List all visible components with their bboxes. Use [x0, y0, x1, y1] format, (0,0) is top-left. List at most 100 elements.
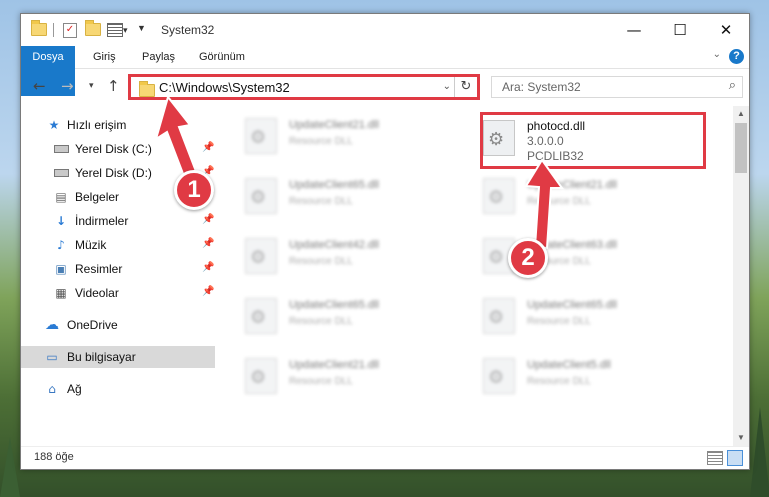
dll-file-icon	[483, 358, 515, 394]
nav-item-onedrive[interactable]: ☁ OneDrive	[21, 314, 215, 336]
nav-item-pictures[interactable]: ▣ Resimler 📌	[21, 258, 215, 280]
forward-arrow-icon[interactable]: →	[61, 77, 74, 95]
file-name: UpdateClient65.dll	[289, 179, 379, 191]
downloads-icon: ↓	[55, 214, 67, 228]
file-name: UpdateClient21.dll	[289, 119, 379, 131]
nav-item-quick-access[interactable]: ★ Hızlı erişim	[21, 114, 215, 136]
nav-item-label: Bu bilgisayar	[67, 350, 136, 364]
tab-home[interactable]: Giriş	[93, 46, 116, 68]
star-icon: ★	[48, 118, 60, 132]
nav-item-label: Yerel Disk (C:)	[75, 142, 152, 156]
large-icons-view-icon[interactable]	[727, 450, 743, 466]
step-badge-2: 2	[508, 238, 548, 278]
explorer-window: ✓ ▾ ▼ System32 — ☐ ✕ Dosya Giriş Paylaş …	[20, 13, 750, 470]
file-description: Resource DLL	[527, 376, 591, 387]
item-count: 188 öğe	[34, 451, 74, 463]
navigation-pane: ★ Hızlı erişim Yerel Disk (C:) 📌 Yerel D…	[21, 106, 215, 446]
search-box[interactable]: Ara: System32 ⌕	[491, 76, 743, 98]
file-name: UpdateClient5.dll	[527, 359, 611, 371]
dll-file-icon	[245, 118, 277, 154]
file-name: UpdateClient65.dll	[289, 299, 379, 311]
nav-item-network[interactable]: ⌂ Ağ	[21, 378, 215, 400]
toolbar-separator	[53, 23, 54, 37]
up-arrow-icon[interactable]: ↑	[107, 77, 120, 95]
file-description: Resource DLL	[527, 316, 591, 327]
details-view-icon[interactable]	[707, 451, 723, 465]
properties-check-icon[interactable]: ✓	[63, 23, 77, 38]
nav-item-downloads[interactable]: ↓ İndirmeler 📌	[21, 210, 215, 232]
chevron-down-icon[interactable]: ⌄	[713, 49, 721, 60]
list-item[interactable]: UpdateClient21.dll Resource DLL	[219, 350, 449, 400]
list-item[interactable]: UpdateClient65.dll Resource DLL	[219, 290, 449, 340]
nav-item-label: Müzik	[75, 238, 107, 252]
maximize-button[interactable]: ☐	[657, 14, 703, 46]
nav-item-label: İndirmeler	[75, 214, 129, 228]
computer-icon: ▭	[46, 350, 58, 364]
nav-item-label: Belgeler	[75, 190, 120, 204]
pictures-icon: ▣	[55, 262, 67, 276]
pin-icon[interactable]: 📌	[202, 262, 214, 273]
help-icon[interactable]: ?	[729, 49, 744, 64]
file-name: UpdateClient21.dll	[289, 359, 379, 371]
nav-item-this-pc[interactable]: ▭ Bu bilgisayar	[21, 346, 215, 368]
pin-icon[interactable]: 📌	[202, 286, 214, 297]
documents-icon: ▤	[55, 190, 67, 204]
list-item[interactable]: UpdateClient5.dll Resource DLL	[457, 350, 687, 400]
search-icon[interactable]: ⌕	[729, 78, 736, 93]
list-item[interactable]: UpdateClient63.dll Resource DLL	[457, 230, 687, 280]
scroll-down-icon[interactable]: ▼	[733, 430, 749, 446]
file-description: Resource DLL	[289, 196, 353, 207]
dll-file-icon	[483, 178, 515, 214]
pin-icon[interactable]: 📌	[202, 142, 214, 153]
window-title: System32	[161, 23, 215, 37]
address-path[interactable]: C:\Windows\System32	[159, 80, 290, 95]
file-name: UpdateClient42.dll	[289, 239, 379, 251]
chevron-down-icon[interactable]: ⌄	[443, 81, 451, 92]
back-arrow-icon[interactable]: ←	[33, 77, 46, 95]
cloud-icon: ☁	[45, 317, 59, 333]
dll-file-icon	[483, 298, 515, 334]
list-item[interactable]: UpdateClient21.dll Resource DLL	[219, 110, 449, 160]
recent-locations-icon[interactable]: ▾	[89, 81, 94, 91]
address-bar[interactable]: C:\Windows\System32 ⌄ ↻	[128, 74, 480, 100]
videos-icon: ▦	[55, 286, 67, 300]
view-options-icon[interactable]: ▾	[107, 23, 128, 37]
file-description: Resource DLL	[527, 196, 591, 207]
status-bar: 188 öğe	[21, 446, 749, 469]
file-description: Resource DLL	[289, 256, 353, 267]
nav-item-local-disk-c[interactable]: Yerel Disk (C:) 📌	[21, 138, 215, 160]
pin-icon[interactable]: 📌	[202, 214, 214, 225]
list-item[interactable]: UpdateClient65.dll Resource DLL	[219, 170, 449, 220]
customize-toolbar-icon[interactable]: ▼	[137, 23, 146, 33]
vertical-scrollbar[interactable]: ▲ ▼	[733, 106, 749, 446]
file-description: Resource DLL	[289, 376, 353, 387]
close-button[interactable]: ✕	[703, 14, 749, 46]
folder-icon	[31, 20, 47, 36]
minimize-button[interactable]: —	[611, 14, 657, 46]
new-folder-icon[interactable]	[85, 20, 101, 36]
nav-item-music[interactable]: ♪ Müzik 📌	[21, 234, 215, 256]
network-icon: ⌂	[48, 382, 56, 396]
step-badge-1: 1	[174, 170, 214, 210]
title-bar: ✓ ▾ ▼ System32 — ☐ ✕	[21, 14, 749, 46]
list-item[interactable]: UpdateClient65.dll Resource DLL	[457, 290, 687, 340]
nav-item-label: Yerel Disk (D:)	[75, 166, 152, 180]
refresh-icon[interactable]: ↻	[454, 77, 477, 97]
list-item[interactable]: UpdateClient21.dll Resource DLL	[457, 170, 687, 220]
pin-icon[interactable]: 📌	[202, 238, 214, 249]
list-item[interactable]: UpdateClient42.dll Resource DLL	[219, 230, 449, 280]
scroll-thumb[interactable]	[735, 123, 747, 173]
file-name: UpdateClient65.dll	[527, 299, 617, 311]
tab-view[interactable]: Görünüm	[199, 46, 245, 68]
tab-share[interactable]: Paylaş	[142, 46, 175, 68]
scroll-up-icon[interactable]: ▲	[733, 106, 749, 122]
background-tree	[750, 407, 769, 497]
nav-item-videos[interactable]: ▦ Videolar 📌	[21, 282, 215, 304]
drive-icon	[54, 166, 69, 180]
music-icon: ♪	[57, 238, 65, 252]
background-tree	[0, 437, 20, 497]
file-name: UpdateClient21.dll	[527, 179, 617, 191]
navigation-bar: ← → ▾ ↑ C:\Windows\System32 ⌄ ↻ Ara: Sys…	[21, 69, 749, 105]
file-description: Resource DLL	[289, 136, 353, 147]
folder-icon	[139, 81, 155, 97]
